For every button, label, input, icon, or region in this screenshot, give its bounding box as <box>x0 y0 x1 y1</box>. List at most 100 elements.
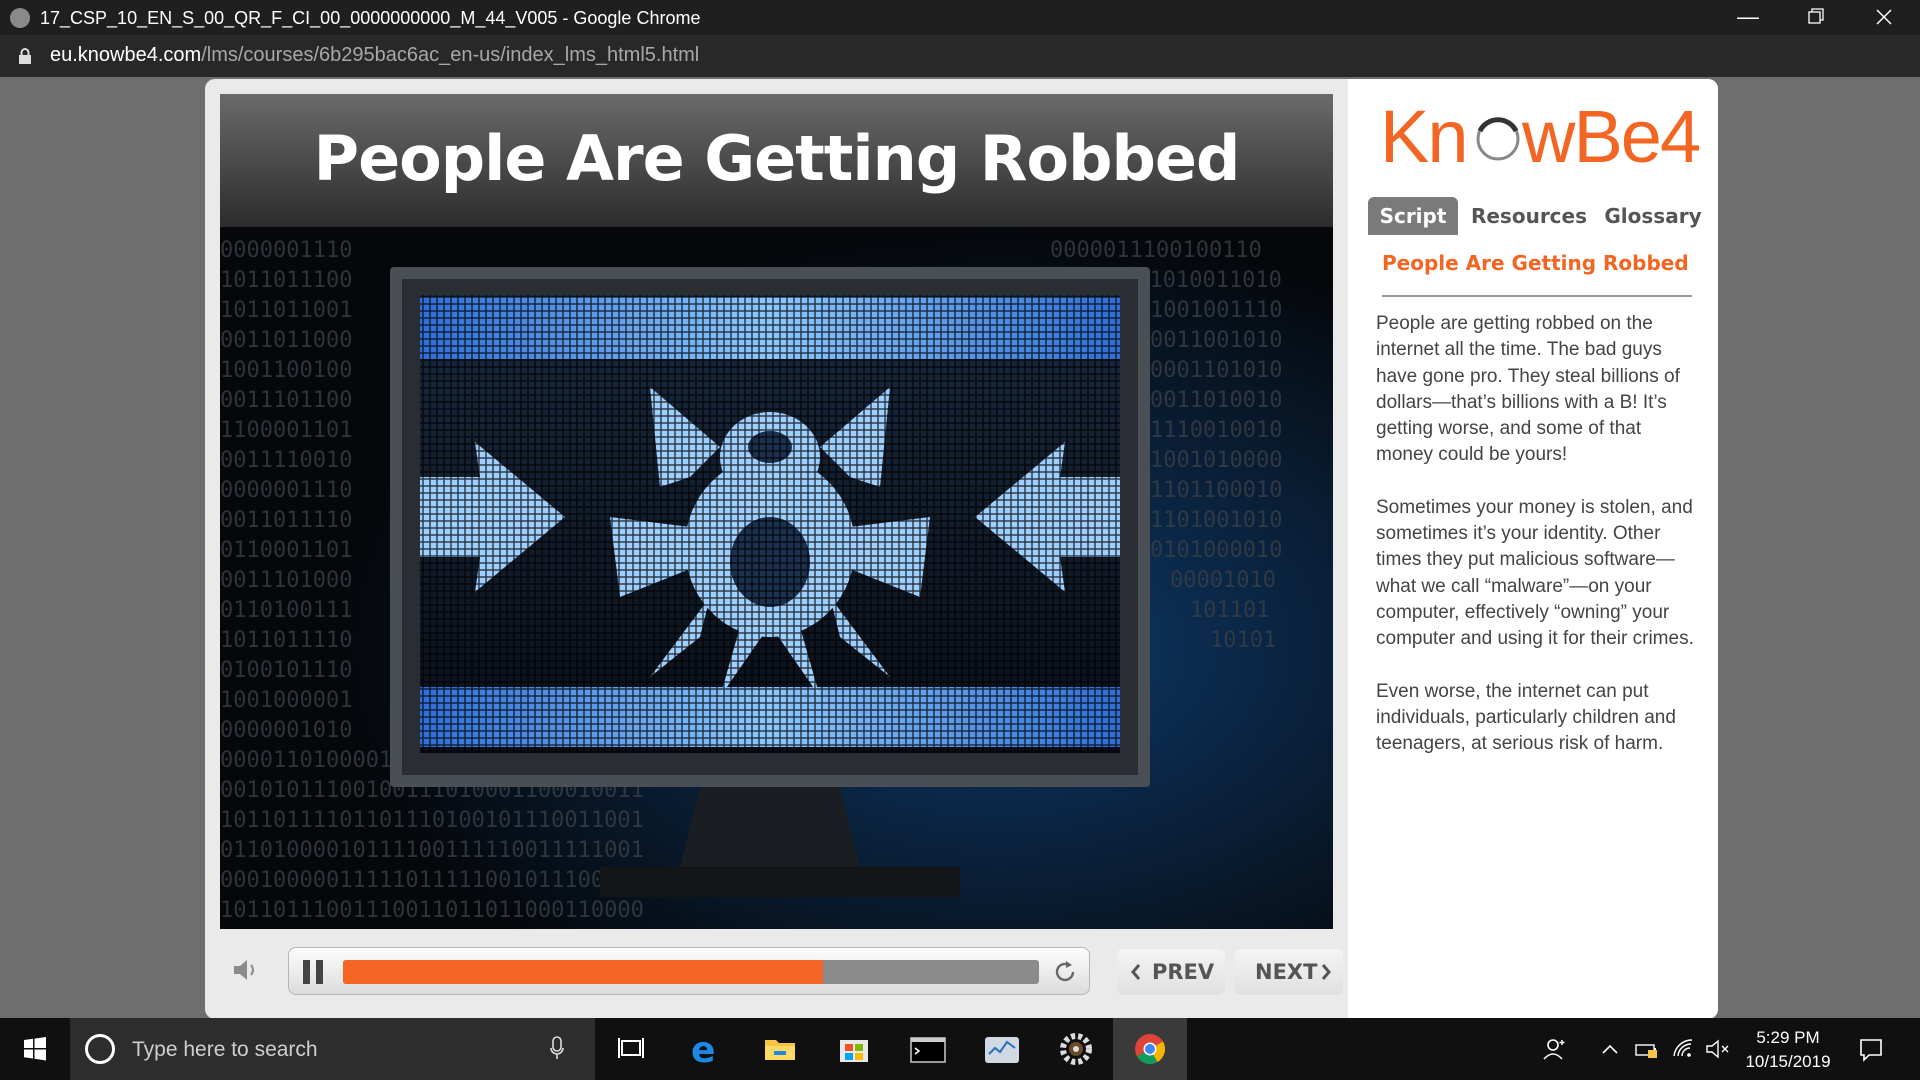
svg-text:0001101010: 0001101010 <box>1150 358 1282 383</box>
window-title: 17_CSP_10_EN_S_00_QR_F_CI_00_0000000000_… <box>40 8 701 28</box>
wifi-icon[interactable] <box>1670 1036 1698 1062</box>
restore-button[interactable] <box>1786 0 1846 35</box>
replay-icon[interactable] <box>1051 958 1079 986</box>
malware-spider-monitor-icon: 0000001110 1011011100 1011011001 001101100… <box>220 227 1333 929</box>
microphone-icon[interactable] <box>550 1036 564 1060</box>
pause-button[interactable] <box>303 960 325 984</box>
close-window-button[interactable] <box>1854 0 1914 35</box>
svg-text:0011001010: 0011001010 <box>1150 328 1282 353</box>
svg-text:101101111011011101001011100110: 10110111101101110100101110011001 <box>220 808 644 833</box>
svg-text:1001001110: 1001001110 <box>1150 298 1282 323</box>
progress-panel <box>288 947 1090 995</box>
course-player: People Are Getting Robbed 0000001110 101… <box>205 79 1718 1019</box>
svg-text:wBe4: wBe4 <box>1521 97 1699 177</box>
knowbe4-logo: Kn wBe4 <box>1380 97 1700 177</box>
svg-text:Kn: Kn <box>1380 97 1467 177</box>
chrome-browser-icon[interactable] <box>1113 1018 1187 1080</box>
volume-muted-icon[interactable] <box>1704 1036 1732 1062</box>
svg-text:011010000101111001111100111110: 01101000010111100111110011111001 <box>220 838 644 863</box>
minimize-button[interactable]: — <box>1718 0 1778 35</box>
svg-text:1001000001: 1001000001 <box>220 688 352 713</box>
edge-browser-icon[interactable]: e <box>669 1018 743 1080</box>
svg-text:1011011100: 1011011100 <box>220 268 352 293</box>
tab-script[interactable]: Script <box>1368 197 1458 235</box>
page-viewport: People Are Getting Robbed 0000001110 101… <box>0 77 1920 1019</box>
svg-text:0011110010: 0011110010 <box>220 448 352 473</box>
player-controls: PREV NEXT <box>220 939 1343 1009</box>
svg-text:0110001101: 0110001101 <box>220 538 352 563</box>
svg-text:1110010010: 1110010010 <box>1150 418 1282 443</box>
svg-text:0011101100: 0011101100 <box>220 388 352 413</box>
svg-text:00001010: 00001010 <box>1170 568 1276 593</box>
clock-time: 5:29 PM <box>1756 1028 1820 1047</box>
svg-text:1100001101: 1100001101 <box>220 418 352 443</box>
sidebar: Kn wBe4 Script Resources Glossary People A… <box>1348 79 1718 1019</box>
prev-label: PREV <box>1152 960 1215 984</box>
power-battery-icon[interactable] <box>1632 1036 1660 1062</box>
svg-text:0100101110: 0100101110 <box>220 658 352 683</box>
svg-text:1101100010: 1101100010 <box>1150 478 1282 503</box>
progress-bar[interactable] <box>343 960 1039 984</box>
svg-text:000100000111110111110010111001: 00010000011111011111001011100110 <box>220 868 644 893</box>
script-text: People are getting robbed on the interne… <box>1376 311 1694 783</box>
lock-icon <box>19 48 31 64</box>
svg-text:101101: 101101 <box>1190 598 1269 623</box>
search-placeholder: Type here to search <box>132 1038 318 1061</box>
next-button[interactable]: NEXT <box>1235 949 1343 995</box>
svg-text:10101: 10101 <box>1210 628 1276 653</box>
chevron-left-icon <box>1131 964 1141 980</box>
svg-text:0000001110: 0000001110 <box>220 238 352 263</box>
network-monitor-icon[interactable] <box>965 1018 1039 1080</box>
microsoft-store-icon[interactable] <box>817 1018 891 1080</box>
browser-title-bar: 17_CSP_10_EN_S_00_QR_F_CI_00_0000000000_… <box>0 0 1920 35</box>
tab-glossary[interactable]: Glossary <box>1598 197 1708 235</box>
task-view-icon[interactable] <box>595 1018 669 1080</box>
chevron-right-icon <box>1321 964 1331 980</box>
file-explorer-icon[interactable] <box>743 1018 817 1080</box>
tab-resources[interactable]: Resources <box>1468 197 1590 235</box>
settings-gear-icon[interactable] <box>1039 1018 1113 1080</box>
script-paragraph: People are getting robbed on the interne… <box>1376 313 1680 466</box>
clock-date: 10/15/2019 <box>1745 1052 1831 1071</box>
taskbar: Type here to search e 5:29 PM 10/15/2019 <box>0 1018 1920 1080</box>
windows-start-icon[interactable] <box>0 1018 70 1080</box>
command-prompt-icon[interactable] <box>891 1018 965 1080</box>
svg-text:0101000010: 0101000010 <box>1150 538 1282 563</box>
slide-stage: People Are Getting Robbed 0000001110 101… <box>220 94 1333 929</box>
action-center-icon[interactable] <box>1856 1034 1886 1064</box>
system-clock[interactable]: 5:29 PM 10/15/2019 <box>1738 1026 1838 1074</box>
sidebar-tabs: Script Resources Glossary <box>1368 197 1708 235</box>
svg-text:1101001010: 1101001010 <box>1150 508 1282 533</box>
svg-text:0011010010: 0011010010 <box>1150 388 1282 413</box>
script-heading: People Are Getting Robbed <box>1382 251 1689 275</box>
svg-text:101101110011100110110110001100: 10110111001110011011011000110000 <box>220 898 644 923</box>
people-icon[interactable] <box>1541 1036 1569 1062</box>
svg-text:1011011110: 1011011110 <box>220 628 352 653</box>
chevron-up-icon[interactable] <box>1596 1036 1624 1062</box>
volume-icon[interactable] <box>230 955 260 985</box>
next-label: NEXT <box>1255 960 1318 984</box>
progress-fill <box>343 960 824 984</box>
slide-title: People Are Getting Robbed <box>313 122 1241 195</box>
svg-text:0011101000: 0011101000 <box>220 568 352 593</box>
svg-text:0011011110: 0011011110 <box>220 508 352 533</box>
svg-text:0000001110: 0000001110 <box>220 478 352 503</box>
slide-header: People Are Getting Robbed <box>220 94 1333 227</box>
svg-text:e: e <box>691 1030 715 1071</box>
divider <box>1382 295 1692 297</box>
svg-text:1001100100: 1001100100 <box>220 358 352 383</box>
globe-icon <box>10 8 30 28</box>
prev-button[interactable]: PREV <box>1117 949 1225 995</box>
svg-text:1011011001: 1011011001 <box>220 298 352 323</box>
taskbar-search-box[interactable]: Type here to search <box>70 1018 595 1080</box>
url-text[interactable]: eu.knowbe4.com/lms/courses/6b295bac6ac_e… <box>50 44 699 67</box>
svg-text:1001010000: 1001010000 <box>1150 448 1282 473</box>
svg-text:0110100111: 0110100111 <box>220 598 352 623</box>
svg-text:0011011000: 0011011000 <box>220 328 352 353</box>
cortana-icon <box>85 1034 115 1064</box>
svg-text:0000011100100110: 0000011100100110 <box>1050 238 1262 263</box>
script-paragraph: Even worse, the internet can put individ… <box>1376 680 1676 755</box>
script-paragraph: Sometimes your money is stolen, and some… <box>1376 496 1694 650</box>
address-bar[interactable]: eu.knowbe4.com/lms/courses/6b295bac6ac_e… <box>0 35 1920 77</box>
svg-text:0000001010: 0000001010 <box>220 718 352 743</box>
